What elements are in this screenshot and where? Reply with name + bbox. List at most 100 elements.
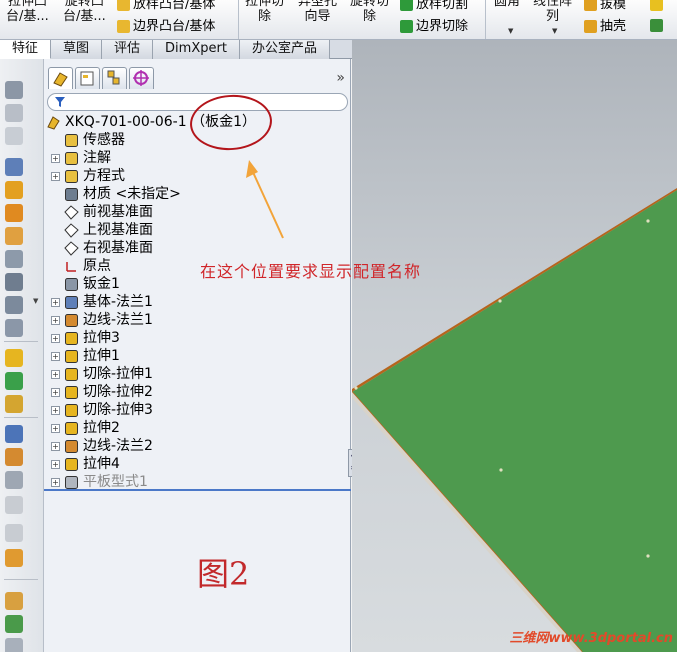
extrude-boss-button[interactable]: 拉伸凸 台/基... [6, 0, 49, 24]
fold-tool-icon[interactable] [5, 273, 23, 291]
tree-item[interactable]: 上视基准面 [51, 221, 153, 239]
feature-manager-tabs: » [44, 67, 351, 91]
revolve-boss-button[interactable]: 旋转凸 台/基... [63, 0, 106, 24]
sheet-metal-plate[interactable] [352, 40, 677, 652]
expand-icon[interactable]: + [51, 171, 60, 181]
rip-tool-icon[interactable] [5, 471, 23, 489]
tab-feature-tree[interactable] [48, 67, 73, 89]
no-bends-tool-icon[interactable] [5, 425, 23, 443]
sketched-bend-tool-icon[interactable] [5, 250, 23, 268]
fillet-button[interactable]: 圆角 [494, 0, 520, 9]
convert-to-sheet-metal-tool-icon[interactable] [5, 615, 23, 633]
tree-item[interactable]: + 拉伸1 [51, 347, 120, 365]
linear-pattern-button[interactable]: 线性阵 列 [533, 0, 572, 24]
flatten-tool-icon[interactable] [5, 319, 23, 337]
expand-icon[interactable]: + [51, 351, 60, 361]
tab-sketch[interactable]: 草图 [51, 40, 103, 59]
tree-rollback-bar[interactable] [44, 489, 351, 491]
plane-icon [64, 222, 79, 238]
mirror-icon [650, 19, 663, 32]
equation-icon [64, 169, 79, 184]
insert-bends-tool-icon[interactable] [5, 448, 23, 466]
tree-item[interactable]: + 切除-拉伸1 [51, 365, 153, 383]
vent-tool-icon[interactable] [5, 395, 23, 413]
hole-wizard-button[interactable]: 异型孔 向导 [298, 0, 337, 24]
expand-icon[interactable]: + [51, 297, 60, 307]
graphics-viewport[interactable]: 三维网www.3dportal.cn [352, 40, 677, 652]
loft-boss-button[interactable]: 放样凸台/基体 [117, 0, 215, 13]
draft-icon [584, 0, 597, 11]
tree-item[interactable]: 传感器 [51, 131, 125, 149]
edge-flange-tool-icon[interactable] [5, 181, 23, 199]
tree-item[interactable]: + 切除-拉伸3 [51, 401, 153, 419]
tree-item[interactable]: + 拉伸3 [51, 329, 120, 347]
fillet-dropdown-icon[interactable]: ▼ [508, 27, 513, 35]
tab-features[interactable]: 特征 [0, 40, 52, 59]
expand-icon[interactable]: + [51, 369, 60, 379]
boundary-boss-button[interactable]: 边界凸台/基体 [117, 18, 215, 35]
tree-item[interactable]: + 拉伸2 [51, 419, 120, 437]
expand-icon[interactable]: + [51, 387, 60, 397]
sweep-tool-icon[interactable] [5, 127, 23, 145]
tree-item[interactable]: + 边线-法兰2 [51, 437, 153, 455]
corner-tool-icon[interactable] [5, 496, 23, 514]
expand-icon[interactable]: + [51, 315, 60, 325]
tree-item[interactable]: 原点 [51, 257, 111, 275]
tree-item[interactable]: + 拉伸4 [51, 455, 120, 473]
forming-tool-icon[interactable] [5, 638, 23, 652]
extrude-tool-icon[interactable] [5, 81, 23, 99]
tree-item[interactable]: 材质 <未指定> [51, 185, 181, 203]
extrude-icon [64, 421, 79, 436]
tab-dimxpert[interactable]: DimXpert [153, 40, 240, 59]
tree-item-label: 注解 [83, 150, 111, 166]
expand-icon[interactable]: + [51, 153, 60, 163]
sheetmetal-icon [64, 277, 79, 292]
tree-item[interactable]: 前视基准面 [51, 203, 153, 221]
toolbar-dropdown-icon[interactable]: ▼ [33, 297, 38, 305]
tree-item[interactable]: + 切除-拉伸2 [51, 383, 153, 401]
revolve-tool-icon[interactable] [5, 104, 23, 122]
site-watermark: 三维网www.3dportal.cn [509, 631, 673, 646]
tree-item[interactable]: + 注解 [51, 149, 111, 167]
closed-corner-tool-icon[interactable] [5, 524, 23, 542]
shell-button[interactable]: 抽壳 [584, 18, 626, 35]
extrude-cut-button[interactable]: 拉伸切 除 [245, 0, 284, 24]
simple-hole-tool-icon[interactable] [5, 372, 23, 390]
tree-item[interactable]: + 边线-法兰1 [51, 311, 153, 329]
loft-cut-button[interactable]: 放样切割 [400, 0, 468, 13]
property-manager-icon [80, 71, 94, 86]
tab-property-manager[interactable] [75, 67, 100, 89]
tree-item[interactable]: 右视基准面 [51, 239, 153, 257]
revolve-cut-button[interactable]: 旋转切 除 [350, 0, 389, 24]
panel-expand-icon[interactable]: » [336, 70, 345, 86]
hem-tool-icon[interactable] [5, 204, 23, 222]
expand-icon[interactable]: + [51, 333, 60, 343]
draft-button[interactable]: 拔模 [584, 0, 626, 13]
tree-item-label: 方程式 [83, 168, 125, 184]
tab-configuration-manager[interactable] [102, 67, 127, 89]
wrap-button[interactable] [650, 0, 663, 11]
tree-item[interactable]: + 基体-法兰1 [51, 293, 153, 311]
expand-icon[interactable]: + [51, 459, 60, 469]
unfold-tool-icon[interactable] [5, 296, 23, 314]
tree-item[interactable]: 钣金1 [51, 275, 120, 293]
tree-item-label: 切除-拉伸1 [83, 366, 153, 382]
mirror-button[interactable] [650, 19, 663, 32]
jog-tool-icon[interactable] [5, 227, 23, 245]
welded-corner-tool-icon[interactable] [5, 549, 23, 567]
3d-sketch-tool-icon[interactable] [5, 592, 23, 610]
extruded-cut-tool-icon[interactable] [5, 349, 23, 367]
expand-icon[interactable]: + [51, 423, 60, 433]
base-flange-tool-icon[interactable] [5, 158, 23, 176]
tree-item-label: 原点 [83, 258, 111, 274]
boundary-cut-button[interactable]: 边界切除 [400, 18, 468, 35]
tab-office-products[interactable]: 办公室产品 [239, 40, 330, 59]
tab-dimxpert-manager[interactable] [129, 67, 154, 89]
tab-evaluate[interactable]: 评估 [102, 40, 154, 59]
expand-icon[interactable]: + [51, 405, 60, 415]
expand-icon[interactable]: + [51, 441, 60, 451]
tree-item[interactable]: + 方程式 [51, 167, 125, 185]
expand-icon[interactable]: + [51, 477, 60, 487]
feature-tree-icon [53, 72, 68, 87]
pattern-dropdown-icon[interactable]: ▼ [552, 27, 557, 35]
